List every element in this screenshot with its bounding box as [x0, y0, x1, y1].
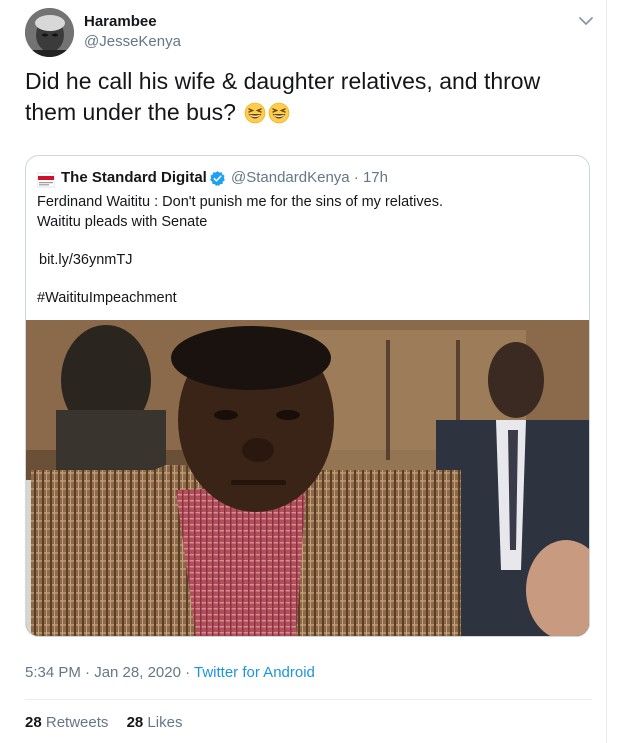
quoted-hashtag[interactable]: #WaitituImpeachment	[37, 290, 177, 306]
quoted-link[interactable]: bit.ly/36ynmTJ	[39, 252, 132, 268]
tweet-card: Harambee @JesseKenya Did he call his wif…	[0, 0, 617, 743]
avatar-photo	[25, 8, 74, 57]
divider	[25, 699, 592, 700]
quoted-photo[interactable]	[26, 320, 590, 637]
panel-border	[606, 0, 607, 743]
likes-count: 28	[126, 714, 144, 731]
likes-label: Likes	[147, 714, 183, 731]
quoted-text-line: Ferdinand Waititu : Don't punish me for …	[37, 194, 443, 210]
tweet-text-line: them under the bus?	[25, 99, 236, 125]
tweet-source[interactable]: Twitter for Android	[194, 664, 315, 681]
time-date[interactable]: 5:34 PM · Jan 28, 2020 ·	[25, 664, 194, 681]
retweets-label: Retweets	[45, 714, 109, 731]
tweet-text: Did he call his wife & daughter relative…	[25, 66, 585, 128]
tweet-timestamp: 5:34 PM · Jan 28, 2020 · Twitter for And…	[25, 664, 315, 681]
grinning-squinting-face-emoji-icon	[269, 102, 290, 124]
chevron-down-icon[interactable]	[577, 12, 595, 30]
retweets-count: 28	[25, 714, 42, 731]
standard-logo-icon	[37, 172, 55, 188]
grinning-squinting-face-emoji-icon	[245, 102, 266, 124]
tweet-text-line: Did he call his wife & daughter relative…	[25, 68, 541, 94]
quoted-text-line: Waititu pleads with Senate	[37, 214, 208, 230]
likes-stat[interactable]: 28 Likes	[127, 714, 183, 731]
tweet-text-line-with-emoji: them under the bus?	[25, 97, 585, 128]
quoted-handle-time[interactable]: @StandardKenya · 17h	[231, 169, 388, 186]
verified-badge-icon	[210, 171, 225, 186]
quoted-tweet[interactable]: The Standard Digital @StandardKenya · 17…	[25, 155, 590, 637]
author-handle[interactable]: @JesseKenya	[84, 33, 181, 50]
author-display-name[interactable]: Harambee	[84, 13, 157, 30]
quoted-display-name[interactable]: The Standard Digital	[61, 169, 207, 186]
avatar[interactable]	[25, 8, 74, 57]
engagement-stats: 28 Retweets 28 Likes	[25, 714, 196, 731]
retweets-stat[interactable]: 28 Retweets	[25, 714, 108, 731]
